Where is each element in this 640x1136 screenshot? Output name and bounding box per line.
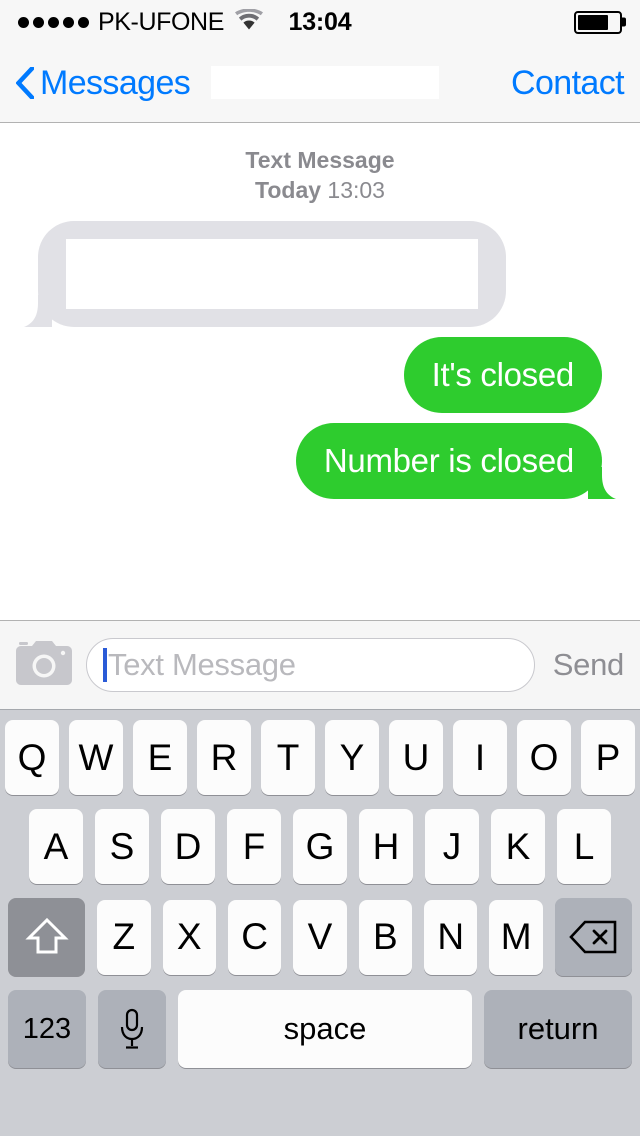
key-n[interactable]: N — [424, 899, 478, 975]
text-cursor — [103, 648, 107, 682]
chevron-left-icon — [15, 65, 36, 101]
key-c[interactable]: C — [227, 899, 282, 975]
key-w[interactable]: W — [69, 720, 123, 795]
message-input-toolbar: Text Message Send — [0, 620, 640, 710]
key-j[interactable]: J — [425, 809, 479, 884]
key-r[interactable]: R — [197, 720, 251, 795]
send-button[interactable]: Send — [549, 647, 625, 683]
key-f[interactable]: F — [227, 809, 281, 884]
on-screen-keyboard: Q W E R T Y U I O P A S D F G H J K L Z … — [0, 710, 640, 1136]
key-g[interactable]: G — [293, 809, 347, 884]
key-v[interactable]: V — [293, 899, 347, 975]
message-text: Number is closed — [323, 442, 574, 479]
keyboard-row-2: A S D F G H J K L — [0, 809, 640, 884]
message-type-label: Text Message — [245, 147, 395, 173]
message-bubble-outgoing[interactable]: Number is closed — [295, 423, 616, 499]
backspace-icon — [569, 920, 617, 954]
message-content-redacted — [66, 239, 478, 309]
key-u[interactable]: U — [389, 720, 443, 795]
camera-icon — [16, 640, 72, 691]
keyboard-row-4: 123 space return — [0, 990, 640, 1068]
microphone-icon — [118, 1008, 146, 1050]
key-b[interactable]: B — [358, 899, 413, 975]
message-thread[interactable]: Text Message Today 13:03 It's closed Num… — [0, 123, 640, 620]
carrier-name: PK-UFONE — [98, 7, 224, 36]
message-time-label: 13:03 — [327, 177, 385, 203]
numbers-key[interactable]: 123 — [8, 990, 86, 1068]
message-bubble-incoming[interactable] — [24, 221, 506, 327]
key-l[interactable]: L — [557, 809, 611, 884]
message-row-incoming — [16, 221, 624, 327]
back-to-messages-button[interactable]: Messages — [15, 63, 191, 103]
return-key[interactable]: return — [484, 990, 632, 1068]
keyboard-row-1: Q W E R T Y U I O P — [0, 720, 640, 795]
navigation-bar: Messages Contact — [0, 44, 640, 123]
backspace-key[interactable] — [554, 898, 632, 976]
bubble-tail-left-icon — [22, 295, 52, 327]
contact-button[interactable]: Contact — [511, 64, 625, 103]
message-text: It's closed — [431, 356, 575, 393]
status-bar: PK-UFONE 13:04 — [0, 0, 640, 44]
message-row-outgoing: It's closed — [16, 337, 624, 413]
messages-app-screen: PK-UFONE 13:04 Messages Contact Text Mes… — [0, 0, 640, 1136]
bubble-tail-right-icon — [588, 467, 618, 499]
wifi-icon — [234, 8, 263, 35]
dictation-key[interactable] — [98, 990, 166, 1068]
battery-icon — [574, 10, 622, 34]
key-s[interactable]: S — [95, 809, 149, 884]
message-day-label: Today — [255, 177, 322, 203]
key-y[interactable]: Y — [325, 720, 379, 795]
key-t[interactable]: T — [261, 720, 315, 795]
signal-strength-dots — [18, 16, 89, 28]
key-p[interactable]: P — [581, 720, 635, 795]
shift-key[interactable] — [8, 898, 86, 976]
message-bubble-outgoing[interactable]: It's closed — [403, 337, 602, 413]
key-z[interactable]: Z — [97, 899, 151, 975]
message-row-outgoing: Number is closed — [16, 423, 624, 499]
key-o[interactable]: O — [517, 720, 571, 795]
key-x[interactable]: X — [162, 899, 216, 975]
key-e[interactable]: E — [133, 720, 187, 795]
status-bar-right — [574, 10, 622, 34]
key-i[interactable]: I — [453, 720, 507, 795]
key-d[interactable]: D — [161, 809, 215, 884]
status-bar-left: PK-UFONE — [18, 8, 263, 37]
camera-button[interactable] — [16, 640, 72, 691]
message-timestamp-header: Text Message Today 13:03 — [16, 145, 624, 205]
message-text-input[interactable]: Text Message — [86, 638, 535, 692]
space-key[interactable]: space — [178, 990, 472, 1068]
conversation-title-redacted — [211, 66, 439, 99]
message-input-placeholder: Text Message — [108, 647, 296, 682]
key-q[interactable]: Q — [5, 720, 59, 795]
key-m[interactable]: M — [489, 899, 543, 975]
keyboard-row-3: Z X C V B N M — [0, 898, 640, 976]
key-h[interactable]: H — [359, 809, 413, 884]
key-a[interactable]: A — [29, 809, 83, 884]
key-k[interactable]: K — [491, 809, 545, 884]
shift-arrow-icon — [24, 916, 69, 958]
back-button-label: Messages — [40, 63, 191, 102]
